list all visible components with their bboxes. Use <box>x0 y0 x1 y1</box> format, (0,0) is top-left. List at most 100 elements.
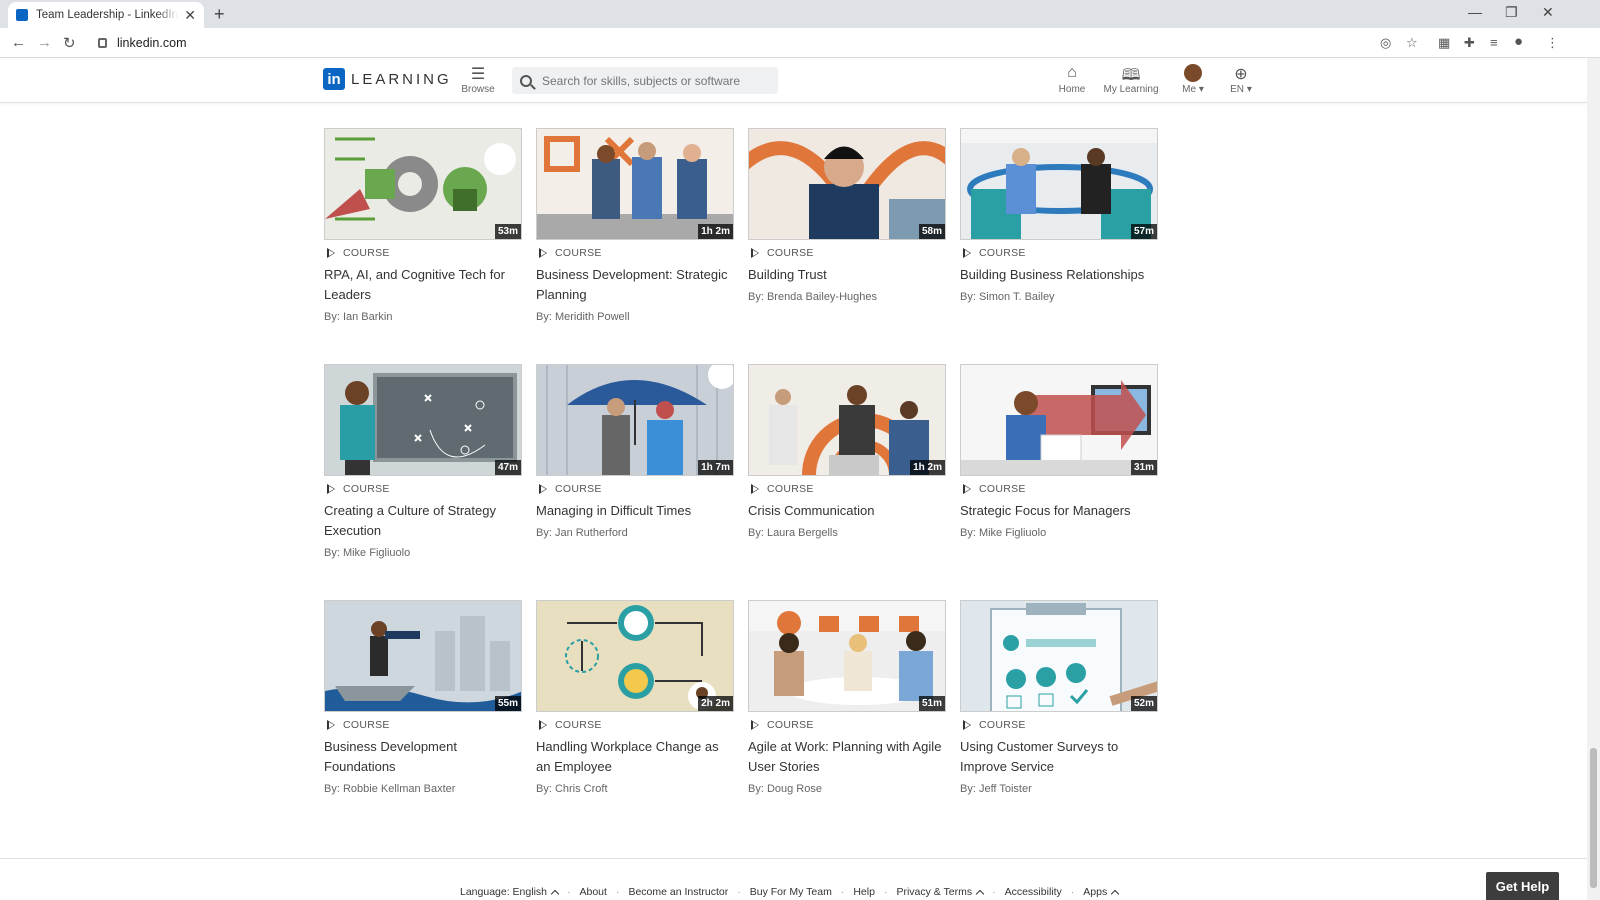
course-title[interactable]: Building Trust <box>748 265 946 285</box>
course-title[interactable]: Building Business Relationships <box>960 265 1158 285</box>
me-label: Me <box>1182 84 1197 95</box>
course-card[interactable]: 47m COURSE Creating a Culture of Strategy … <box>324 364 522 600</box>
browse-button[interactable]: ☰ Browse <box>458 64 498 95</box>
get-help-button[interactable]: Get Help <box>1486 872 1559 900</box>
list-icon: ☰ <box>470 66 486 83</box>
footer-privacy-label: Privacy & Terms <box>896 886 973 898</box>
nav-home[interactable]: ⌂ Home <box>1052 64 1092 95</box>
course-title[interactable]: RPA, AI, and Cognitive Tech for Leaders <box>324 265 522 305</box>
play-icon <box>963 484 971 494</box>
course-thumbnail[interactable]: 1h 7m <box>536 364 734 476</box>
footer-privacy-link[interactable]: Privacy & Terms <box>896 886 985 899</box>
course-card[interactable]: 58m COURSE Building Trust By: Brenda Bailey… <box>748 128 946 364</box>
extensions-puzzle-icon[interactable]: ✚ <box>1464 35 1475 51</box>
course-title[interactable]: Handling Workplace Change as an Employee <box>536 737 734 777</box>
course-thumbnail[interactable]: 47m <box>324 364 522 476</box>
course-card[interactable]: 2h 2m COURSE Handling Workplace Change as … <box>536 600 734 836</box>
course-type-label: COURSE <box>979 247 1026 259</box>
eye-off-icon[interactable]: ◎ <box>1380 35 1391 51</box>
course-thumbnail[interactable]: 57m <box>960 128 1158 240</box>
course-card[interactable]: 31m COURSE Strategic Focus for Managers By:… <box>960 364 1158 600</box>
course-title[interactable]: Using Customer Surveys to Improve Servic… <box>960 737 1158 777</box>
footer-instructor-link[interactable]: Become an Instructor <box>628 886 728 898</box>
course-title[interactable]: Crisis Communication <box>748 501 946 521</box>
course-card[interactable]: 1h 2m COURSE Business Development: Strateg… <box>536 128 734 364</box>
course-title[interactable]: Creating a Culture of Strategy Execution <box>324 501 522 541</box>
window-close-icon[interactable]: ✕ <box>1542 4 1554 21</box>
course-thumbnail[interactable]: 1h 2m <box>536 128 734 240</box>
forward-icon[interactable]: → <box>37 34 52 51</box>
address-bar[interactable]: linkedin.com <box>90 31 1460 55</box>
course-duration-badge: 51m <box>918 696 945 711</box>
media-queue-icon[interactable]: ≡ <box>1490 35 1498 50</box>
footer-accessibility-link[interactable]: Accessibility <box>1005 886 1062 898</box>
course-thumbnail[interactable]: 31m <box>960 364 1158 476</box>
course-title[interactable]: Managing in Difficult Times <box>536 501 734 521</box>
course-type-label: COURSE <box>343 247 390 259</box>
course-thumbnail[interactable]: 51m <box>748 600 946 712</box>
browser-menu-icon[interactable]: ⋮ <box>1546 35 1559 51</box>
course-title[interactable]: Agile at Work: Planning with Agile User … <box>748 737 946 777</box>
course-thumbnail-image <box>749 601 945 711</box>
course-card[interactable]: 55m COURSE Business Development Foundation… <box>324 600 522 836</box>
extension-grid-icon[interactable]: ▦ <box>1438 35 1450 51</box>
course-card[interactable]: 57m COURSE Building Business Relationships… <box>960 128 1158 364</box>
course-title[interactable]: Business Development Foundations <box>324 737 522 777</box>
footer-about-link[interactable]: About <box>580 886 607 898</box>
footer-buy-link[interactable]: Buy For My Team <box>750 886 832 898</box>
nav-my-learning[interactable]: 🕮 My Learning <box>1101 64 1161 95</box>
page-scrollbar[interactable] <box>1587 58 1600 900</box>
course-card[interactable]: 53m COURSE RPA, AI, and Cognitive Tech for… <box>324 128 522 364</box>
play-icon <box>963 720 971 730</box>
course-card[interactable]: 1h 7m COURSE Managing in Difficult Times By… <box>536 364 734 600</box>
footer-apps-link[interactable]: Apps <box>1083 886 1120 899</box>
course-duration-badge: 2h 2m <box>698 696 733 711</box>
url-text: linkedin.com <box>117 36 187 50</box>
course-type: COURSE <box>324 247 522 259</box>
reload-icon[interactable]: ↻ <box>63 34 76 52</box>
restore-icon[interactable]: ❐ <box>1505 4 1518 21</box>
course-thumbnail[interactable]: 53m <box>324 128 522 240</box>
course-author: By: Jan Rutherford <box>536 527 628 539</box>
course-card[interactable]: 52m COURSE Using Customer Surveys to Impro… <box>960 600 1158 836</box>
browse-label: Browse <box>461 84 495 95</box>
course-title[interactable]: Strategic Focus for Managers <box>960 501 1158 521</box>
course-card[interactable]: 1h 2m COURSE Crisis Communication By: Laura… <box>748 364 946 600</box>
course-type: COURSE <box>960 483 1158 495</box>
footer-language-link[interactable]: Language: English <box>460 886 560 899</box>
course-duration-badge: 52m <box>1130 696 1157 711</box>
linkedin-learning-logo[interactable]: in LEARNING <box>323 68 452 90</box>
search-box[interactable] <box>512 67 778 94</box>
profile-avatar-icon[interactable]: ● <box>1514 33 1523 50</box>
search-input[interactable] <box>542 73 762 88</box>
footer-help-link[interactable]: Help <box>853 886 875 898</box>
footer-links: Language: English · About · Become an In… <box>460 886 1120 899</box>
back-icon[interactable]: ← <box>11 34 26 51</box>
course-type: COURSE <box>960 247 1158 259</box>
course-title[interactable]: Business Development: Strategic Planning <box>536 265 734 305</box>
bookmark-star-icon[interactable]: ☆ <box>1406 35 1418 51</box>
linkedin-favicon-icon <box>16 9 28 21</box>
home-label: Home <box>1058 84 1086 95</box>
play-icon <box>539 248 547 258</box>
course-type-label: COURSE <box>343 719 390 731</box>
course-thumbnail[interactable]: 55m <box>324 600 522 712</box>
course-thumbnail[interactable]: 58m <box>748 128 946 240</box>
nav-language[interactable]: ⊕ EN ▾ <box>1224 64 1258 95</box>
course-thumbnail[interactable]: 52m <box>960 600 1158 712</box>
browser-tab[interactable]: Team Leadership - LinkedIn Learning ✕ <box>8 2 204 28</box>
course-thumbnail-image <box>325 601 521 711</box>
scrollbar-thumb[interactable] <box>1590 748 1597 888</box>
course-thumbnail[interactable]: 2h 2m <box>536 600 734 712</box>
nav-me[interactable]: Me ▾ <box>1175 64 1211 95</box>
close-tab-icon[interactable]: ✕ <box>184 7 196 24</box>
course-thumbnail[interactable]: 1h 2m <box>748 364 946 476</box>
minimize-icon[interactable]: — <box>1468 4 1482 20</box>
book-icon: 🕮 <box>1121 67 1141 84</box>
new-tab-icon[interactable]: + <box>214 4 225 25</box>
course-card[interactable]: 51m COURSE Agile at Work: Planning with Ag… <box>748 600 946 836</box>
course-type-label: COURSE <box>767 483 814 495</box>
course-type: COURSE <box>324 719 522 731</box>
course-thumbnail-image <box>961 601 1157 711</box>
course-duration-badge: 53m <box>494 224 521 239</box>
